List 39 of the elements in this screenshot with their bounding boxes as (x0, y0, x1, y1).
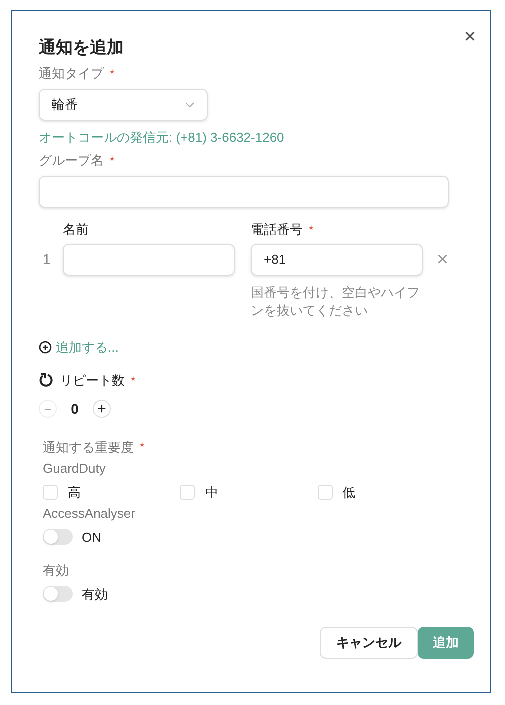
required-mark: * (110, 66, 115, 83)
required-mark: * (140, 439, 145, 456)
group-label: GuardDuty (43, 460, 107, 478)
group-label: AccessAnalyser (43, 505, 136, 523)
required-mark: * (131, 372, 136, 390)
name-field[interactable] (63, 244, 235, 276)
toggle-switch[interactable] (43, 586, 73, 602)
field-label: 通知する重要度 (43, 438, 134, 456)
column-label: 電話番号 (251, 220, 303, 239)
column-label: 名前 (63, 220, 90, 239)
caller-info: オートコールの発信元: (+81) 3-6632-1260 (39, 128, 286, 147)
required-mark: * (309, 222, 314, 238)
phone-field[interactable]: +81 (251, 244, 423, 276)
dialog-title: 通知を追加 (39, 37, 125, 59)
chevron-down-icon (185, 102, 195, 108)
checkbox[interactable] (43, 484, 58, 500)
field-label: リピート数 (60, 372, 125, 390)
toggle-switch[interactable] (43, 529, 73, 546)
field-label: 通知タイプ (39, 65, 104, 83)
cancel-button[interactable]: キャンセル (320, 627, 418, 659)
close-button[interactable]: × (464, 27, 476, 47)
group-name-field[interactable] (39, 176, 449, 208)
checkbox[interactable] (318, 484, 333, 500)
checkbox-label: 高 (68, 484, 81, 502)
toggle-label: 有効 (82, 586, 108, 604)
checkbox[interactable] (180, 484, 196, 500)
increment-button[interactable]: + (93, 400, 111, 418)
type-dropdown[interactable]: 輪番 (39, 88, 208, 120)
plus-circle-icon (39, 340, 52, 354)
repeat-value: 0 (70, 400, 80, 418)
refresh-icon (39, 373, 54, 388)
checkbox-label: 低 (342, 484, 356, 502)
help-text: 国番号を付け、空白やハイフンを抜いてください (251, 284, 421, 320)
row-number: 1 (42, 250, 52, 269)
checkbox-label: 中 (205, 484, 218, 502)
required-mark: * (110, 152, 115, 170)
field-label: グループ名 (39, 152, 104, 170)
toggle-label: ON (82, 528, 102, 546)
field-label: 有効 (43, 562, 70, 580)
